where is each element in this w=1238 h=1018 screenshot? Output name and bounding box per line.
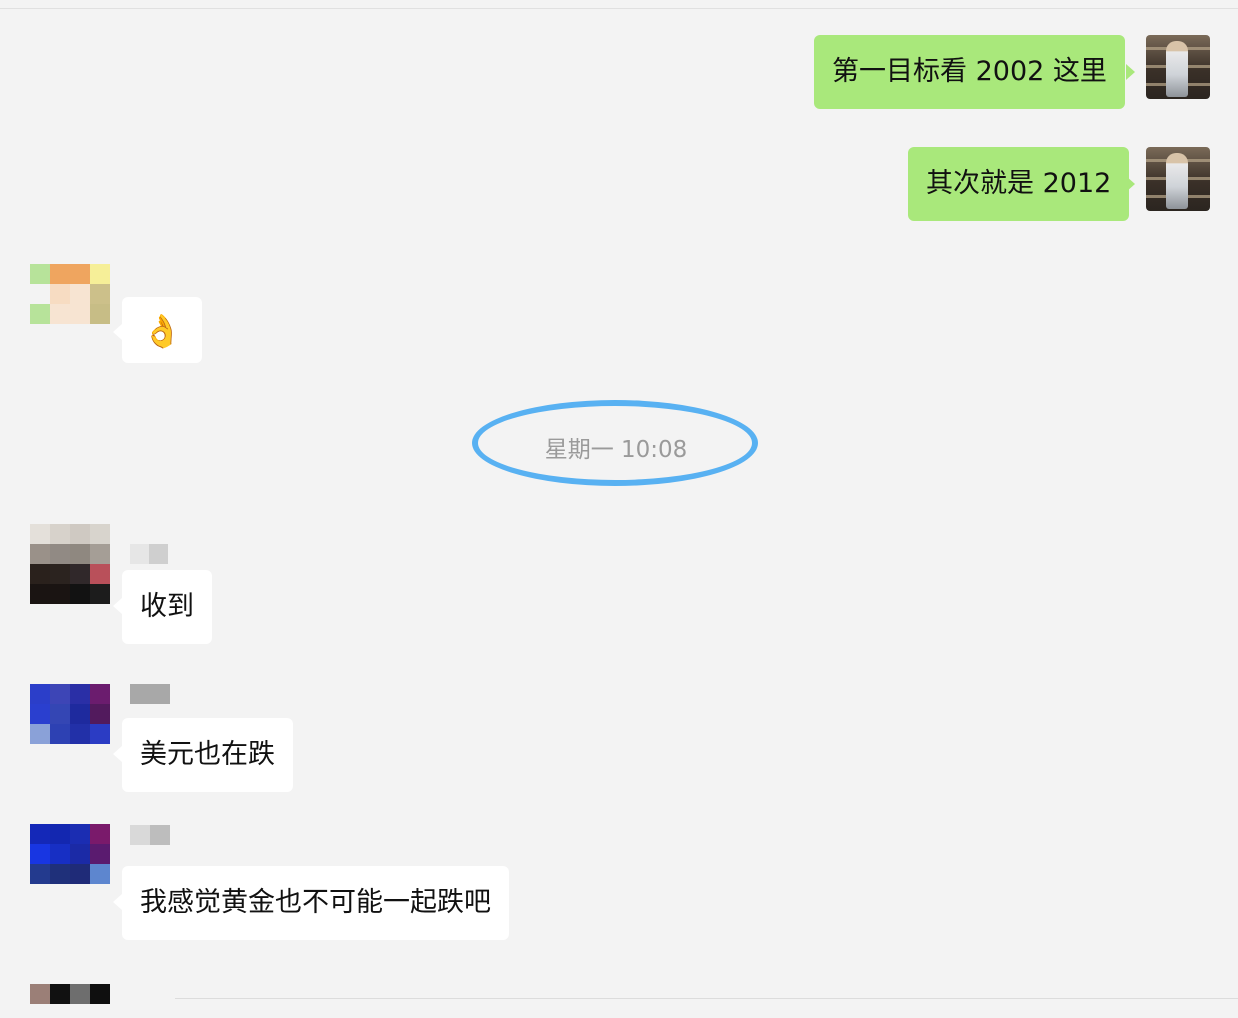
- message-text: 我感觉黄金也不可能一起跌吧: [140, 887, 491, 918]
- avatar[interactable]: [30, 824, 110, 884]
- avatar[interactable]: [1146, 35, 1210, 99]
- message-text: 第一目标看 2002 这里: [832, 56, 1107, 87]
- timestamp: 星期一 10:08: [544, 437, 688, 463]
- top-divider: [0, 8, 1238, 9]
- bubble-tail: [1126, 64, 1135, 80]
- bubble-tail: [113, 746, 122, 762]
- bubble-tail: [113, 894, 122, 910]
- bottom-divider: [175, 998, 1238, 999]
- sender-name: [130, 825, 170, 845]
- sender-name: [130, 544, 168, 564]
- bubble-tail: [1126, 176, 1135, 192]
- avatar[interactable]: [30, 684, 110, 744]
- avatar[interactable]: [30, 264, 110, 324]
- ok-hand-emoji: 👌: [142, 312, 182, 350]
- message-bubble-incoming[interactable]: 👌: [122, 297, 202, 363]
- message-text: 其次就是 2012: [926, 168, 1112, 199]
- message-bubble-incoming[interactable]: 收到: [122, 570, 212, 644]
- message-bubble-outgoing[interactable]: 第一目标看 2002 这里: [814, 35, 1125, 109]
- message-text: 美元也在跌: [140, 739, 275, 770]
- bubble-tail: [113, 324, 122, 340]
- avatar[interactable]: [30, 524, 110, 604]
- bubble-tail: [113, 598, 122, 614]
- sender-name: [130, 684, 170, 704]
- avatar[interactable]: [1146, 147, 1210, 211]
- message-bubble-incoming[interactable]: 我感觉黄金也不可能一起跌吧: [122, 866, 509, 940]
- message-bubble-incoming[interactable]: 美元也在跌: [122, 718, 293, 792]
- message-bubble-outgoing[interactable]: 其次就是 2012: [908, 147, 1130, 221]
- avatar[interactable]: [30, 984, 110, 1004]
- message-text: 收到: [140, 591, 194, 622]
